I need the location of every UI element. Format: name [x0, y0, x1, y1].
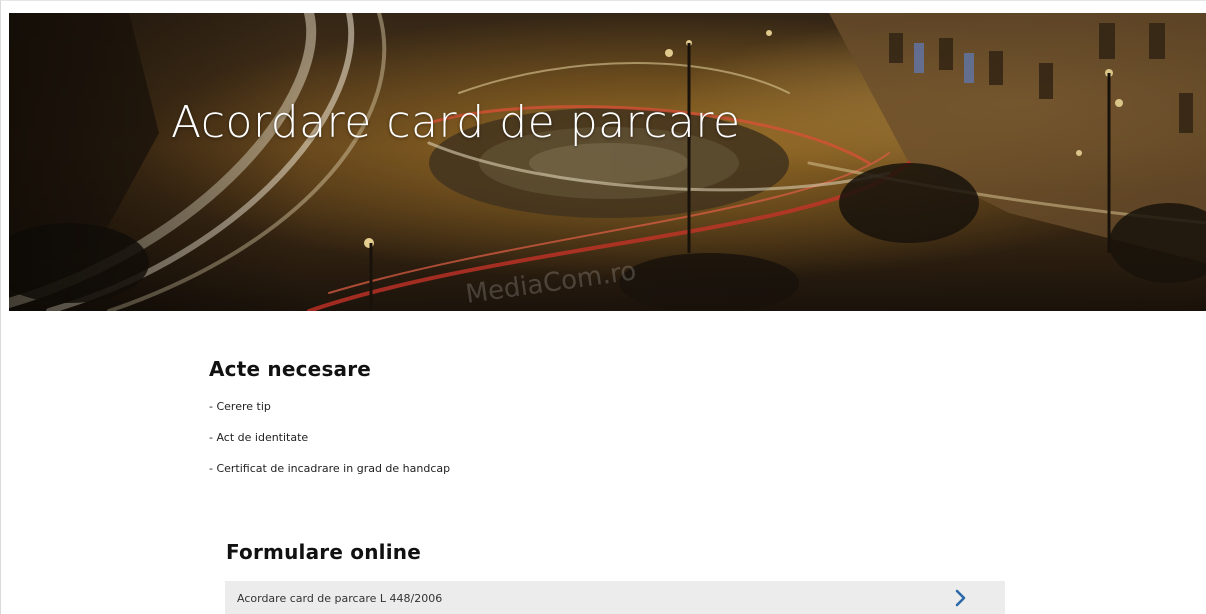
required-doc-item: - Cerere tip — [209, 400, 271, 413]
chevron-right-icon[interactable] — [953, 589, 969, 607]
hero-image: MediaCom.ro — [9, 13, 1206, 311]
page: MediaCom.ro Acordare card de parcare Act… — [0, 0, 1206, 614]
required-doc-item: - Certificat de incadrare in grad de han… — [209, 462, 451, 475]
required-docs-section: Acte necesare - Cerere tip - Act de iden… — [209, 357, 1009, 492]
hero-banner: MediaCom.ro Acordare card de parcare — [9, 13, 1206, 311]
online-form-link[interactable]: Acordare card de parcare L 448/2006 — [225, 581, 1005, 614]
online-form-label: Acordare card de parcare L 448/2006 — [237, 592, 443, 605]
online-forms-title: Formulare online — [226, 540, 421, 564]
required-docs-title: Acte necesare — [209, 357, 372, 381]
page-title: Acordare card de parcare — [171, 97, 741, 148]
required-doc-item: - Act de identitate — [209, 431, 309, 444]
required-docs-list: - Cerere tip - Act de identitate - Certi… — [209, 399, 1009, 477]
